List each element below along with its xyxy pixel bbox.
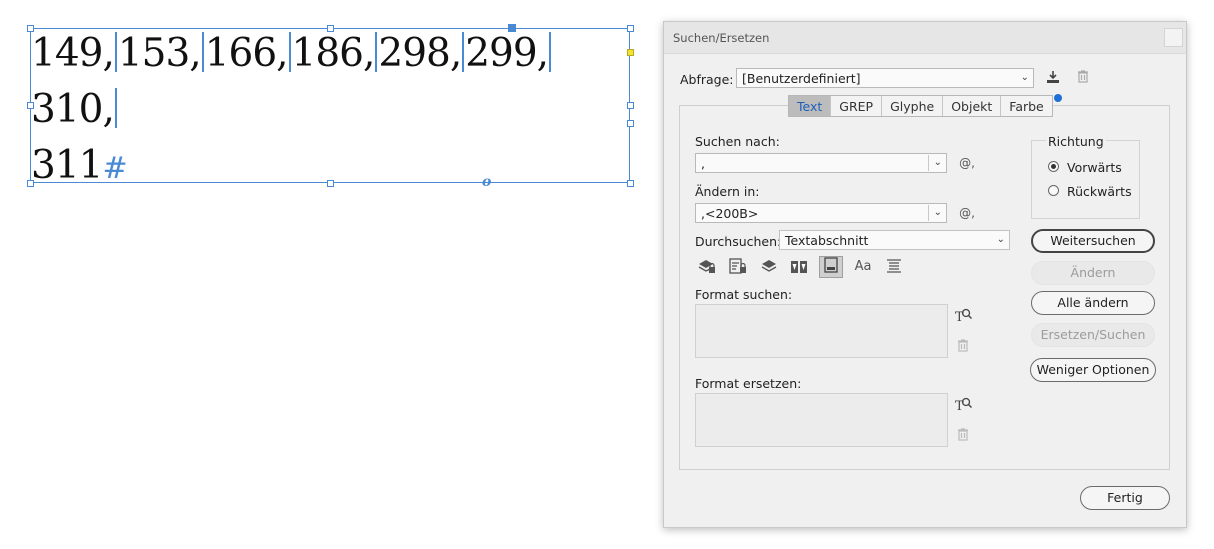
format-find-box[interactable]: [695, 304, 948, 358]
number-item: 186,: [291, 31, 376, 76]
search-in-value: Textabschnitt: [785, 233, 869, 248]
frame-handle-tr[interactable]: [627, 25, 634, 32]
special-characters-change-icon[interactable]: @,: [956, 204, 978, 222]
save-query-icon[interactable]: [1044, 69, 1062, 87]
change-to-input[interactable]: ,<200B> ⌄: [695, 203, 947, 223]
locked-layers-icon[interactable]: [698, 258, 716, 276]
number-item: 298,: [378, 31, 462, 76]
number-item: 310,: [31, 87, 115, 132]
master-pages-icon[interactable]: [790, 258, 808, 276]
frame-handle-mr[interactable]: [627, 102, 634, 109]
frame-handle-br[interactable]: [627, 180, 634, 187]
zero-width-space-marker: [462, 32, 465, 72]
find-change-dialog: Suchen/Ersetzen Abfrage: [Benutzerdefini…: [663, 21, 1187, 528]
query-value: [Benutzerdefiniert]: [742, 71, 861, 86]
number-item: 149,: [31, 31, 115, 76]
zero-width-space-marker: [549, 32, 552, 72]
radio-forward[interactable]: [1048, 161, 1059, 172]
end-of-story-mark: #: [102, 151, 127, 186]
query-label: Abfrage:: [680, 72, 734, 87]
number-item: 153,: [117, 31, 202, 76]
tab-grep[interactable]: GREP: [831, 96, 883, 116]
find-what-label: Suchen nach:: [695, 134, 780, 149]
find-what-input[interactable]: , ⌄: [695, 153, 947, 173]
direction-group: [1031, 140, 1140, 219]
radio-backward[interactable]: [1048, 185, 1059, 196]
corner-option-handle[interactable]: [627, 49, 634, 56]
radio-forward-label[interactable]: Vorwärts: [1067, 160, 1122, 175]
footnotes-icon[interactable]: [819, 256, 843, 278]
hidden-layers-icon[interactable]: [760, 258, 778, 276]
whole-word-icon[interactable]: [885, 258, 903, 276]
dialog-title: Suchen/Ersetzen: [673, 31, 770, 45]
format-find-label: Format suchen:: [695, 287, 793, 302]
notification-dot: [1054, 94, 1062, 102]
format-change-icon[interactable]: T: [954, 395, 972, 414]
change-to-label: Ändern in:: [695, 184, 760, 199]
story-text[interactable]: 149, 153, 166, 186, 298, 299, 310, 311#: [31, 26, 611, 197]
find-what-value: ,: [701, 156, 705, 171]
zero-width-space-marker: [114, 32, 117, 72]
number-item: 311: [31, 143, 103, 188]
special-characters-find-icon[interactable]: @,: [956, 154, 978, 172]
tab-text[interactable]: Text: [789, 96, 832, 116]
zero-width-space-marker: [201, 32, 204, 72]
number-item: 166,: [204, 31, 289, 76]
dialog-titlebar[interactable]: Suchen/Ersetzen: [664, 22, 1186, 54]
search-type-tabs: Text GREP Glyphe Objekt Farbe: [788, 95, 1053, 117]
tab-glyph[interactable]: Glyphe: [882, 96, 944, 116]
chevron-down-icon[interactable]: ⌄: [934, 207, 942, 218]
combo-divider: [928, 155, 929, 171]
fewer-options-button[interactable]: Weniger Optionen: [1030, 358, 1156, 382]
change-to-value: ,<200B>: [701, 206, 759, 221]
search-in-select[interactable]: Textabschnitt ⌄: [779, 230, 1010, 250]
format-clear-icon: [954, 338, 972, 356]
tab-color[interactable]: Farbe: [1001, 96, 1051, 116]
chevron-down-icon[interactable]: ⌄: [934, 157, 942, 168]
done-button[interactable]: Fertig: [1080, 486, 1170, 510]
format-find-icon[interactable]: T: [954, 306, 972, 325]
tab-object[interactable]: Objekt: [943, 96, 1002, 116]
delete-query-icon[interactable]: [1074, 69, 1092, 87]
frame-handle-out-port[interactable]: [627, 120, 634, 127]
change-all-button[interactable]: Alle ändern: [1031, 291, 1155, 315]
chevron-down-icon: ⌄: [996, 234, 1005, 245]
zero-width-space-marker: [288, 32, 291, 72]
locked-stories-icon[interactable]: [729, 258, 747, 276]
zero-width-space-marker: [114, 88, 117, 128]
radio-backward-label[interactable]: Rückwärts: [1067, 184, 1132, 199]
find-next-button[interactable]: Weitersuchen: [1031, 229, 1155, 253]
change-find-button[interactable]: Ersetzen/Suchen: [1031, 323, 1155, 347]
direction-label: Richtung: [1046, 134, 1106, 149]
format-change-box[interactable]: [695, 393, 948, 447]
format-change-label: Format ersetzen:: [695, 376, 802, 391]
case-sensitive-icon[interactable]: Aa: [852, 258, 874, 276]
format-change-clear-icon: [954, 427, 972, 445]
combo-divider: [928, 205, 929, 221]
number-item: 299,: [465, 31, 549, 76]
query-select[interactable]: [Benutzerdefiniert] ⌄: [736, 68, 1034, 88]
change-button[interactable]: Ändern: [1031, 261, 1155, 285]
search-in-label: Durchsuchen:: [695, 234, 782, 249]
chevron-down-icon: ⌄: [1020, 72, 1029, 83]
close-button[interactable]: [1164, 28, 1183, 47]
